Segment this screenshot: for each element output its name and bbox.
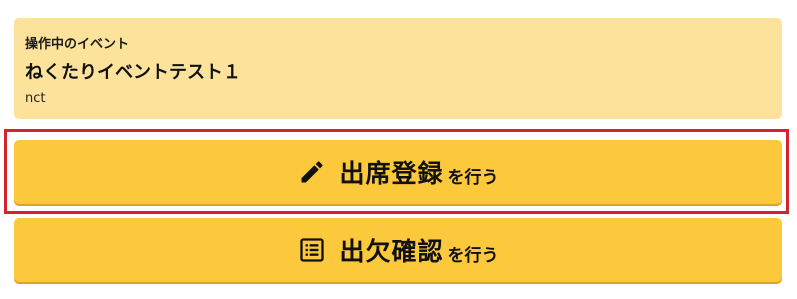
current-event-code: nct [25, 91, 46, 106]
register-attendance-label: 出席登録 [339, 159, 444, 188]
current-event-name: ねくたりイベントテスト１ [25, 62, 241, 83]
register-attendance-button[interactable]: 出席登録 を行う [14, 140, 782, 204]
current-event-panel: 操作中のイベント ねくたりイベントテスト１ nct [14, 18, 782, 119]
pencil-icon [297, 157, 327, 187]
current-event-caption: 操作中のイベント [25, 37, 130, 52]
check-attendance-button[interactable]: 出欠確認 を行う [14, 218, 782, 282]
check-attendance-suffix: を行う [447, 245, 499, 266]
list-icon [297, 235, 327, 265]
register-attendance-suffix: を行う [447, 167, 499, 188]
check-attendance-label: 出欠確認 [339, 237, 444, 266]
